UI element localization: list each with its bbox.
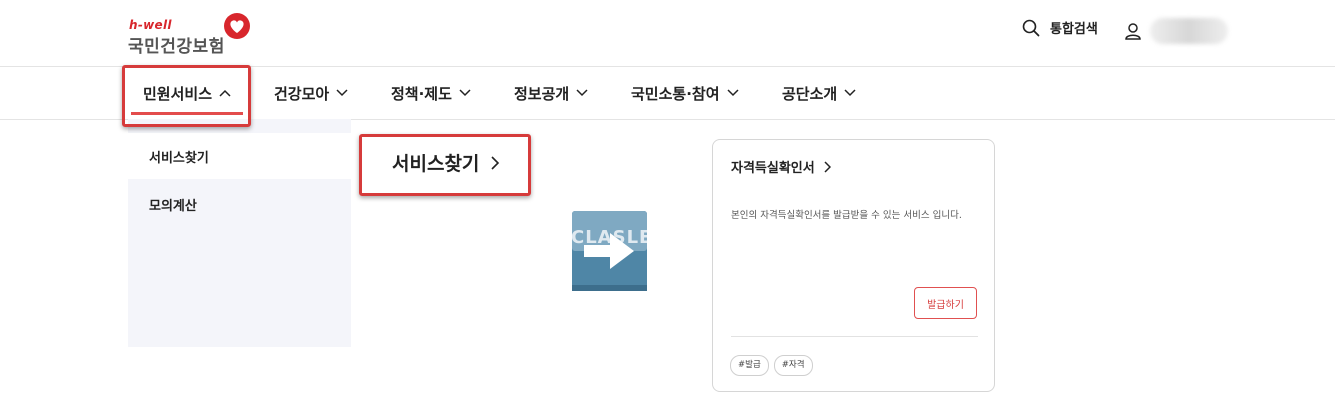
nav-item-label: 민원서비스 bbox=[143, 84, 213, 103]
tag-qualification[interactable]: #자격 bbox=[773, 355, 813, 376]
right-arrow-overlay: CLASLE bbox=[571, 211, 651, 291]
site-header: h-well 국민건강보험 통합검색 bbox=[0, 0, 1335, 66]
nav-item-label: 정책·제도 bbox=[391, 84, 452, 103]
submenu-sidebar: 서비스찾기 모의계산 bbox=[128, 119, 351, 347]
nav-item-info-disclosure[interactable]: 정보공개 bbox=[514, 67, 588, 119]
watermark-label: CLASLE bbox=[571, 227, 653, 248]
search-label: 통합검색 bbox=[1050, 22, 1098, 37]
chevron-up-icon bbox=[219, 89, 231, 97]
chevron-down-icon bbox=[726, 89, 739, 97]
submenu-service-find-link[interactable]: 서비스찾기 bbox=[392, 149, 500, 176]
chevron-down-icon bbox=[459, 89, 471, 97]
chevron-down-icon bbox=[576, 89, 588, 97]
user-menu[interactable] bbox=[1124, 18, 1228, 44]
tag-issue[interactable]: #발급 bbox=[730, 355, 769, 376]
logo-hwell: h-well bbox=[129, 18, 172, 32]
nav-item-label: 국민소통·참여 bbox=[631, 84, 720, 103]
chevron-right-icon bbox=[824, 160, 831, 173]
card-tags: #발급 #자격 bbox=[730, 355, 818, 376]
card-title-link[interactable]: 자격득실확인서 bbox=[731, 157, 831, 176]
sidebar-item-label: 모의계산 bbox=[149, 198, 197, 214]
logo-title: 국민건강보험 bbox=[128, 37, 225, 57]
sidebar-item-label: 서비스찾기 bbox=[149, 150, 209, 166]
nav-item-civil-service[interactable]: 민원서비스 bbox=[130, 67, 244, 119]
chevron-down-icon bbox=[336, 89, 348, 97]
card-divider bbox=[731, 336, 978, 337]
sidebar-item-service-find[interactable]: 서비스찾기 bbox=[128, 133, 351, 179]
service-card: 자격득실확인서 본인의 자격득실확인서를 발급받을 수 있는 서비스 입니다. … bbox=[712, 139, 995, 392]
nav-item-participation[interactable]: 국민소통·참여 bbox=[631, 67, 739, 119]
submenu-title-label: 서비스찾기 bbox=[392, 153, 480, 175]
chevron-down-icon bbox=[844, 89, 856, 97]
card-title: 자격득실확인서 bbox=[731, 161, 815, 176]
nav-item-label: 정보공개 bbox=[514, 84, 570, 103]
nav-item-policy[interactable]: 정책·제도 bbox=[391, 67, 471, 119]
nav-item-label: 건강모아 bbox=[274, 84, 330, 103]
nav-item-about[interactable]: 공단소개 bbox=[782, 67, 856, 119]
chevron-right-icon bbox=[491, 155, 500, 170]
card-description: 본인의 자격득실확인서를 발급받을 수 있는 서비스 입니다. bbox=[731, 210, 962, 221]
heart-logo-icon bbox=[224, 13, 250, 39]
search-icon bbox=[1022, 19, 1040, 36]
issue-button[interactable]: 발급하기 bbox=[914, 287, 977, 319]
main-nav: 민원서비스 건강모아 정책·제도 정보공개 국민소통·참여 공단소개 bbox=[0, 66, 1335, 120]
site-logo[interactable]: h-well 국민건강보험 bbox=[128, 12, 253, 57]
integrated-search[interactable]: 통합검색 bbox=[1022, 18, 1098, 37]
right-arrow-icon bbox=[572, 211, 647, 291]
sidebar-item-mock-calc[interactable]: 모의계산 bbox=[128, 181, 351, 227]
nav-item-health-moa[interactable]: 건강모아 bbox=[274, 67, 348, 119]
user-name-blurred bbox=[1150, 18, 1228, 44]
nav-item-label: 공단소개 bbox=[782, 84, 838, 103]
user-icon bbox=[1125, 23, 1141, 40]
